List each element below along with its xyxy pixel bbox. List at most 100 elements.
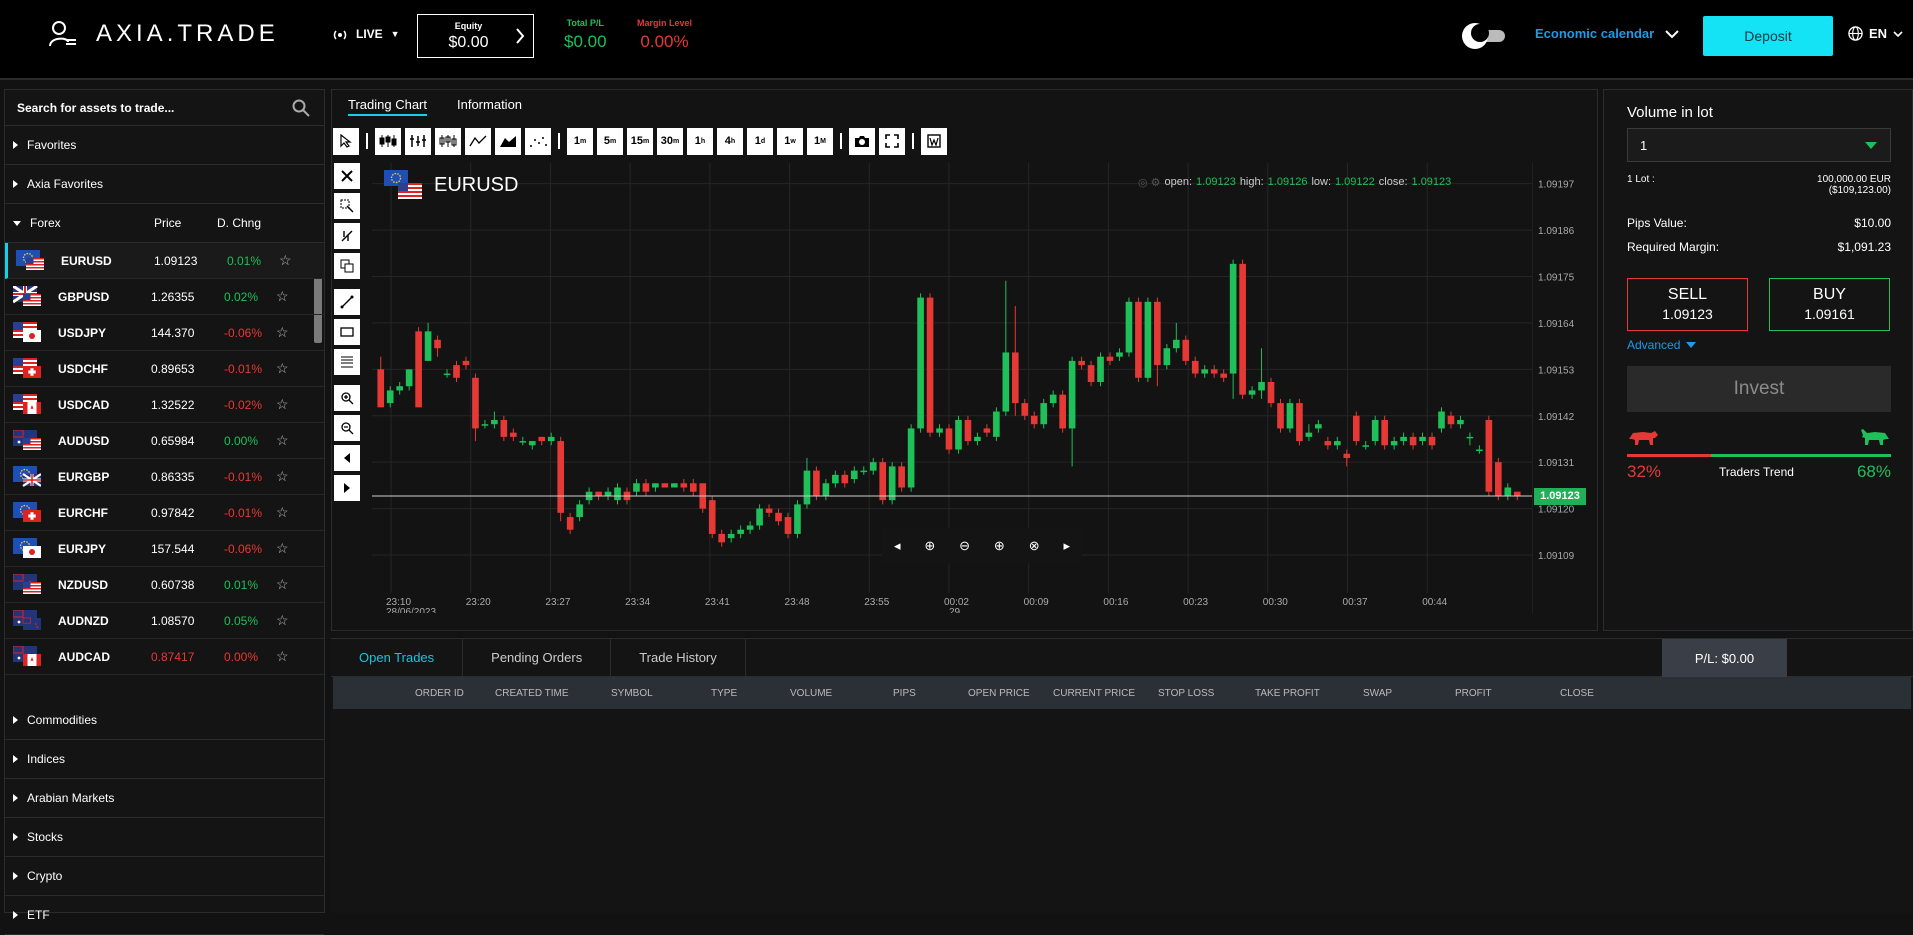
- logo-area: AXIA.TRADE: [48, 20, 279, 48]
- timeframe-unit: m: [643, 137, 650, 145]
- forex-section-header[interactable]: Forex Price D. Chng: [5, 204, 324, 243]
- sidebar-section-crypto[interactable]: Crypto: [5, 857, 324, 896]
- scroll-left-icon[interactable]: ◂: [894, 538, 901, 554]
- sidebar-section-arabian-markets[interactable]: Arabian Markets: [5, 779, 324, 818]
- candle-body: [917, 297, 924, 429]
- timeframe-button[interactable]: 5m: [597, 127, 623, 155]
- volume-select[interactable]: 1: [1627, 128, 1891, 162]
- trendline-icon[interactable]: [334, 289, 360, 315]
- zoom-in-icon[interactable]: [334, 385, 360, 411]
- current-price-label: 1.09123: [1534, 487, 1586, 505]
- favorite-star-icon[interactable]: ☆: [276, 396, 289, 413]
- favorite-star-icon[interactable]: ☆: [276, 576, 289, 593]
- deposit-button[interactable]: Deposit: [1703, 16, 1833, 56]
- forex-row-nzdusd[interactable]: NZDUSD 0.60738 0.01% ☆: [5, 567, 324, 603]
- magnet-icon[interactable]: [334, 223, 360, 249]
- theme-toggle[interactable]: [1461, 22, 1507, 50]
- favorite-star-icon[interactable]: ☆: [276, 612, 289, 629]
- favorite-star-icon[interactable]: ☆: [276, 324, 289, 341]
- sidebar-section-favorites[interactable]: Favorites: [5, 126, 324, 165]
- sidebar-section-indices[interactable]: Indices: [5, 740, 324, 779]
- favorite-star-icon[interactable]: ☆: [276, 288, 289, 305]
- sidebar-section-label: ETF: [27, 908, 50, 922]
- eye-icon[interactable]: ◎ ⚙: [1138, 176, 1161, 189]
- pips-value: $10.00: [1854, 216, 1891, 230]
- forex-row-eurusd[interactable]: EURUSD 1.09123 0.01% ☆: [5, 243, 324, 279]
- tab-open-trades[interactable]: Open Trades: [331, 638, 464, 677]
- timeframe-button[interactable]: 4h: [717, 127, 743, 155]
- language-selector[interactable]: EN: [1848, 26, 1903, 41]
- tab-information[interactable]: Information: [457, 89, 522, 119]
- bars-chart-icon[interactable]: [405, 127, 431, 155]
- favorite-star-icon[interactable]: ☆: [276, 504, 289, 521]
- area-chart-icon[interactable]: [495, 127, 521, 155]
- tab-pending-orders[interactable]: Pending Orders: [463, 638, 612, 677]
- cursor-icon[interactable]: [333, 127, 359, 155]
- favorite-star-icon[interactable]: ☆: [276, 648, 289, 665]
- advanced-toggle[interactable]: Advanced: [1627, 338, 1697, 352]
- forex-row-usdjpy[interactable]: USDJPY 144.370 -0.06% ☆: [5, 315, 324, 351]
- fullscreen-icon[interactable]: [879, 127, 905, 155]
- forex-row-eurjpy[interactable]: EURJPY 157.544 -0.06% ☆: [5, 531, 324, 567]
- zoom-out-icon[interactable]: ⊖: [959, 538, 970, 554]
- scroll-left-icon[interactable]: [334, 445, 360, 471]
- tab-trading-chart[interactable]: Trading Chart: [348, 89, 427, 119]
- zoom-reset-icon[interactable]: ⊕: [994, 538, 1005, 554]
- favorite-star-icon[interactable]: ☆: [276, 360, 289, 377]
- equity-box[interactable]: Equity $0.00: [417, 14, 534, 58]
- account-mode-selector[interactable]: LIVE ▼: [332, 26, 400, 42]
- scroll-right-icon[interactable]: ▸: [1063, 538, 1070, 554]
- timeframe-button[interactable]: 1M: [807, 127, 833, 155]
- copy-icon[interactable]: [334, 253, 360, 279]
- close-icon[interactable]: [334, 163, 360, 189]
- candle-body: [481, 424, 489, 426]
- chevron-down-icon: [1893, 30, 1903, 38]
- timeframe-button[interactable]: 1h: [687, 127, 713, 155]
- dots-chart-icon[interactable]: [525, 127, 551, 155]
- forex-row-gbpusd[interactable]: GBPUSD 1.26355 0.02% ☆: [5, 279, 324, 315]
- search-input[interactable]: Search for assets to trade...: [17, 101, 174, 115]
- select-tool-icon[interactable]: [334, 193, 360, 219]
- scroll-right-icon[interactable]: [334, 475, 360, 501]
- asset-search[interactable]: Search for assets to trade...: [5, 90, 324, 126]
- watermark-icon[interactable]: [921, 127, 947, 155]
- line-chart-icon[interactable]: [465, 127, 491, 155]
- favorite-star-icon[interactable]: ☆: [279, 252, 292, 269]
- sidebar-section-commodities[interactable]: Commodities: [5, 701, 324, 740]
- sidebar-section-stocks[interactable]: Stocks: [5, 818, 324, 857]
- forex-row-audnzd[interactable]: AUDNZD 1.08570 0.05% ☆: [5, 603, 324, 639]
- user-menu-icon[interactable]: [48, 20, 78, 48]
- timeframe-button[interactable]: 30 m: [657, 127, 683, 155]
- sidebar-section-etf[interactable]: ETF: [5, 896, 324, 935]
- sidebar-section-axia-favorites[interactable]: Axia Favorites: [5, 165, 324, 204]
- camera-icon[interactable]: [849, 127, 875, 155]
- forex-row-audusd[interactable]: AUDUSD 0.65984 0.00% ☆: [5, 423, 324, 459]
- forex-row-eurgbp[interactable]: EURGBP 0.86335 -0.01% ☆: [5, 459, 324, 495]
- tab-trade-history[interactable]: Trade History: [611, 638, 746, 677]
- timeframe-button[interactable]: 1w: [777, 127, 803, 155]
- favorite-star-icon[interactable]: ☆: [276, 540, 289, 557]
- forex-row-audcad[interactable]: AUDCAD 0.87417 0.00% ☆: [5, 639, 324, 675]
- fibonacci-icon[interactable]: [334, 349, 360, 375]
- sell-button[interactable]: SELL 1.09123: [1627, 278, 1748, 331]
- forex-row-usdchf[interactable]: USDCHF 0.89653 -0.01% ☆: [5, 351, 324, 387]
- buy-button[interactable]: BUY 1.09161: [1769, 278, 1890, 331]
- rectangle-icon[interactable]: [334, 319, 360, 345]
- forex-row-usdcad[interactable]: USDCAD 1.32522 -0.02% ☆: [5, 387, 324, 423]
- timeframe-button[interactable]: 1m: [567, 127, 593, 155]
- favorite-star-icon[interactable]: ☆: [276, 432, 289, 449]
- zoom-out-icon[interactable]: [334, 415, 360, 441]
- hollow-candles-icon[interactable]: [435, 127, 461, 155]
- zoom-in-icon[interactable]: ⊕: [924, 538, 935, 554]
- candle-body: [784, 517, 792, 534]
- economic-calendar-dropdown[interactable]: Economic calendar: [1535, 26, 1680, 41]
- candles-chart-icon[interactable]: [375, 127, 401, 155]
- invest-button[interactable]: Invest: [1627, 366, 1891, 412]
- search-icon[interactable]: [292, 99, 310, 117]
- favorite-star-icon[interactable]: ☆: [276, 468, 289, 485]
- zoom-fit-icon[interactable]: ⊗: [1029, 538, 1040, 554]
- candle-body: [1495, 462, 1502, 496]
- forex-row-eurchf[interactable]: EURCHF 0.97842 -0.01% ☆: [5, 495, 324, 531]
- timeframe-button[interactable]: 15 m: [627, 127, 653, 155]
- timeframe-button[interactable]: 1d: [747, 127, 773, 155]
